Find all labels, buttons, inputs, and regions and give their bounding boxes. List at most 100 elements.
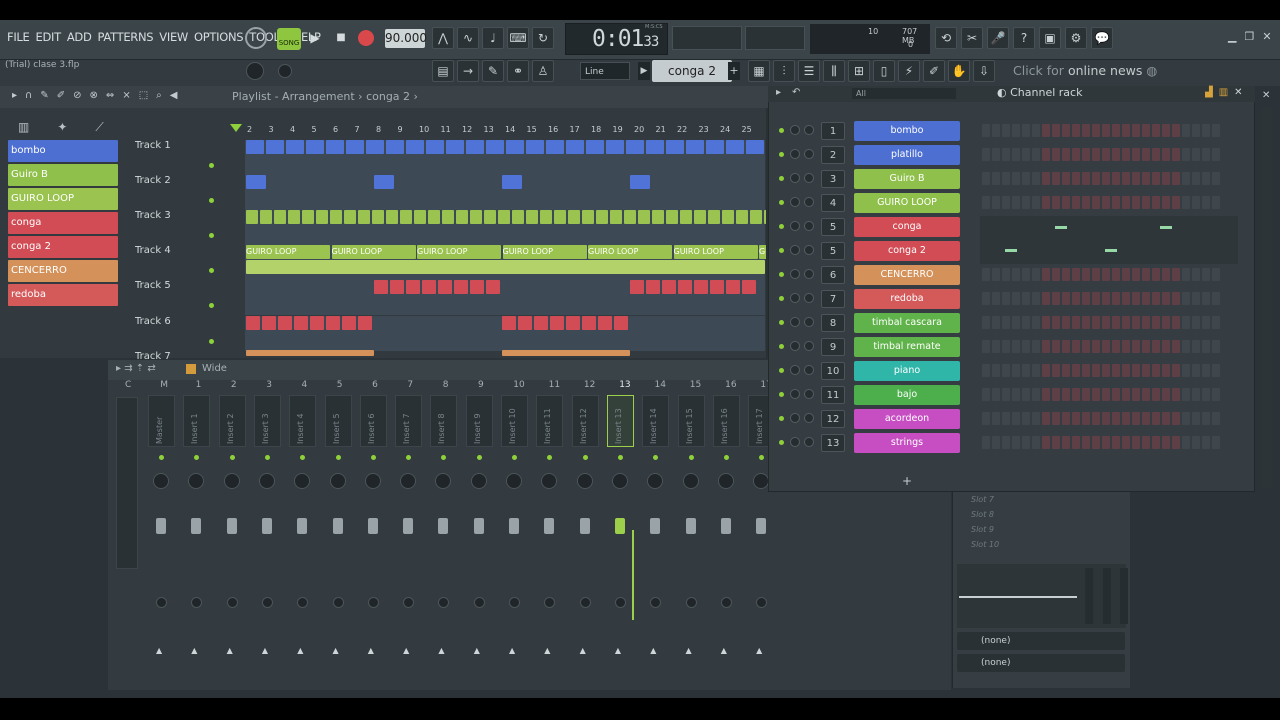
- mixer-volume-fader[interactable]: [367, 518, 378, 534]
- channel-volume-knob[interactable]: [804, 245, 814, 255]
- rack-close-icon[interactable]: ✕: [1234, 87, 1242, 98]
- step-sequencer[interactable]: [982, 148, 1220, 161]
- step-button[interactable]: [1082, 124, 1090, 137]
- guiro-clip[interactable]: [386, 210, 398, 224]
- track-active-dot[interactable]: [209, 163, 214, 168]
- step-button[interactable]: [1072, 412, 1080, 425]
- mixer-mute-dot[interactable]: [264, 455, 270, 460]
- step-button[interactable]: [1082, 388, 1090, 401]
- channel-pan-knob[interactable]: [790, 149, 800, 159]
- snap-select[interactable]: Line: [580, 62, 630, 80]
- channel-mixer-track[interactable]: 13: [821, 434, 845, 452]
- mixer-mute-dot[interactable]: [370, 455, 376, 460]
- mixer-volume-fader[interactable]: [156, 518, 166, 534]
- step-button[interactable]: [1042, 316, 1050, 329]
- guiro-clip[interactable]: [288, 210, 300, 224]
- browser-item[interactable]: conga 2: [8, 236, 118, 258]
- mixer-pan-knob[interactable]: [400, 473, 417, 489]
- mixer-insert-strip[interactable]: Insert 6: [359, 395, 387, 447]
- step-button[interactable]: [1082, 364, 1090, 377]
- step-button[interactable]: [1172, 292, 1180, 305]
- step-button[interactable]: [1162, 316, 1170, 329]
- guiro-loop-clip[interactable]: GUIRO LOOP: [588, 245, 672, 259]
- step-button[interactable]: [1072, 340, 1080, 353]
- bombo-clip[interactable]: [566, 140, 584, 154]
- record-icon[interactable]: [358, 30, 374, 46]
- channel-mixer-track[interactable]: 7: [821, 290, 845, 308]
- step-button[interactable]: [1202, 172, 1210, 185]
- step-button[interactable]: [1202, 292, 1210, 305]
- menu-options[interactable]: OPTIONS: [191, 30, 246, 44]
- mixer-volume-fader[interactable]: [438, 518, 449, 534]
- step-button[interactable]: [1172, 148, 1180, 161]
- step-button[interactable]: [1132, 364, 1140, 377]
- step-button[interactable]: [1072, 196, 1080, 209]
- play-icon[interactable]: ▶: [304, 27, 326, 49]
- step-button[interactable]: [1022, 292, 1030, 305]
- step-button[interactable]: [982, 292, 990, 305]
- master-volume-knob[interactable]: [246, 62, 264, 80]
- conga-clip[interactable]: [742, 280, 756, 294]
- step-button[interactable]: [1022, 364, 1030, 377]
- guiro-loop-clip[interactable]: GUIRO LOOP: [502, 245, 587, 259]
- step-button[interactable]: [1012, 124, 1020, 137]
- step-button[interactable]: [1202, 148, 1210, 161]
- bombo-clip[interactable]: [286, 140, 304, 154]
- mixer-pan-knob[interactable]: [717, 473, 734, 489]
- step-button[interactable]: [1062, 124, 1070, 137]
- step-button[interactable]: [1142, 268, 1150, 281]
- channel-button[interactable]: acordeon: [854, 409, 960, 429]
- menu-edit[interactable]: EDIT: [32, 30, 63, 44]
- mixer-pan-knob[interactable]: [611, 473, 628, 489]
- eq-display[interactable]: [957, 564, 1128, 628]
- step-button[interactable]: [1132, 412, 1140, 425]
- step-button[interactable]: [1002, 316, 1010, 329]
- bombo-clip[interactable]: [606, 140, 624, 154]
- step-button[interactable]: [1192, 340, 1200, 353]
- mixer-menu-icon[interactable]: ▸ ⇉ ⇡ ⇄: [116, 363, 156, 374]
- guiro-loop-wave[interactable]: [246, 260, 765, 274]
- menu-view[interactable]: VIEW: [156, 30, 191, 44]
- channel-enable-dot[interactable]: [779, 368, 784, 373]
- step-button[interactable]: [1072, 316, 1080, 329]
- step-button[interactable]: [1092, 388, 1100, 401]
- step-button[interactable]: [1142, 292, 1150, 305]
- step-button[interactable]: [1212, 316, 1220, 329]
- step-button[interactable]: [1142, 436, 1150, 449]
- channel-pan-knob[interactable]: [790, 173, 800, 183]
- track-active-dot[interactable]: [209, 233, 214, 238]
- stamp-icon[interactable]: ♙: [532, 60, 554, 82]
- step-edit-icon[interactable]: ♩: [482, 27, 504, 49]
- browser-item[interactable]: conga: [8, 212, 118, 234]
- channel-mixer-track[interactable]: 2: [821, 146, 845, 164]
- step-button[interactable]: [1042, 364, 1050, 377]
- mixer-stereo-knob[interactable]: [226, 597, 238, 608]
- download-icon[interactable]: ⇩: [973, 60, 995, 82]
- track-active-dot[interactable]: [209, 303, 214, 308]
- step-button[interactable]: [1192, 268, 1200, 281]
- step-button[interactable]: [1202, 196, 1210, 209]
- step-button[interactable]: [1072, 268, 1080, 281]
- guiro-clip[interactable]: [456, 210, 468, 224]
- mixer-send-arrow-icon[interactable]: ▲: [544, 646, 550, 655]
- step-button[interactable]: [1052, 388, 1060, 401]
- step-button[interactable]: [1152, 436, 1160, 449]
- step-button[interactable]: [1012, 268, 1020, 281]
- step-button[interactable]: [1182, 148, 1190, 161]
- track-label[interactable]: Track 6: [135, 316, 220, 327]
- step-button[interactable]: [982, 196, 990, 209]
- step-button[interactable]: [1102, 196, 1110, 209]
- guiro-clip[interactable]: [680, 210, 692, 224]
- step-button[interactable]: [1072, 148, 1080, 161]
- step-button[interactable]: [1122, 340, 1130, 353]
- conga2-clip[interactable]: [246, 316, 260, 330]
- step-button[interactable]: [1062, 268, 1070, 281]
- guiro-clip[interactable]: [400, 210, 412, 224]
- waveform-icon[interactable]: ∿: [457, 27, 479, 49]
- browser-item[interactable]: CENCERRO: [8, 260, 118, 282]
- midi-icon[interactable]: ⚙: [1065, 27, 1087, 49]
- zoom-icon[interactable]: ⌕: [156, 90, 162, 101]
- mixer-insert-strip[interactable]: Insert 11: [536, 395, 564, 447]
- step-button[interactable]: [982, 124, 990, 137]
- mixer-send-arrow-icon[interactable]: ▲: [474, 646, 480, 655]
